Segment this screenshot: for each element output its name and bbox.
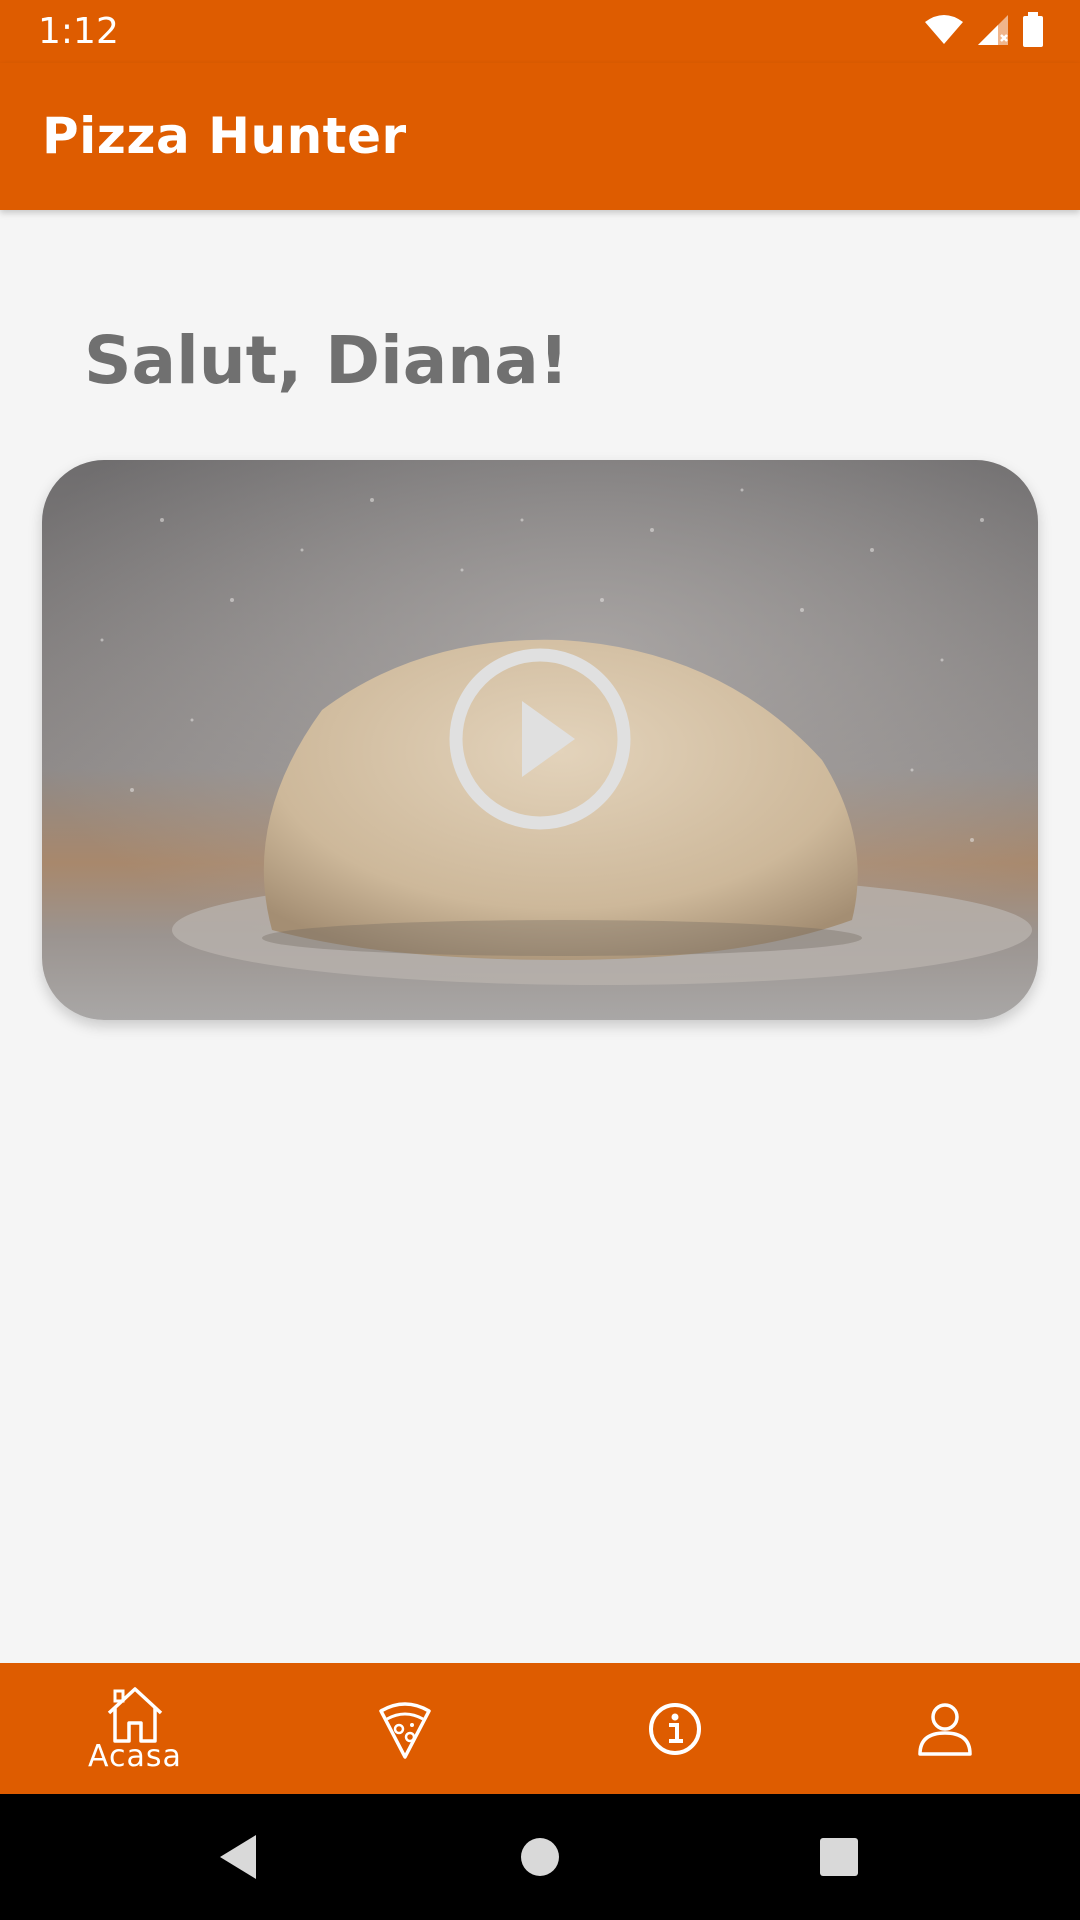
app-bar: Pizza Hunter [0, 63, 1080, 210]
video-card[interactable] [42, 460, 1038, 1020]
nav-item-profile[interactable] [810, 1663, 1080, 1794]
back-icon[interactable] [216, 1832, 260, 1882]
nav-item-pizza[interactable] [270, 1663, 540, 1794]
recents-icon[interactable] [817, 1832, 861, 1882]
signal-icon [978, 15, 1008, 45]
home-icon [107, 1687, 163, 1743]
system-navigation [0, 1794, 1080, 1920]
status-icons [924, 12, 1044, 48]
home-circle-icon[interactable] [518, 1832, 562, 1882]
status-bar: 1:12 [0, 0, 1080, 63]
nav-item-home[interactable]: Acasa [0, 1663, 270, 1794]
greeting-text: Salut, Diana! [84, 322, 569, 399]
wifi-icon [925, 15, 963, 44]
pizza-icon [379, 1701, 431, 1759]
app-title: Pizza Hunter [42, 107, 407, 165]
info-icon [649, 1702, 701, 1755]
person-icon [918, 1702, 972, 1756]
nav-label-home: Acasa [88, 1739, 182, 1774]
battery-icon [1023, 12, 1043, 47]
status-time: 1:12 [38, 11, 119, 52]
nav-item-info[interactable] [540, 1663, 810, 1794]
play-icon[interactable] [447, 646, 633, 832]
bottom-navigation: Acasa [0, 1663, 1080, 1794]
